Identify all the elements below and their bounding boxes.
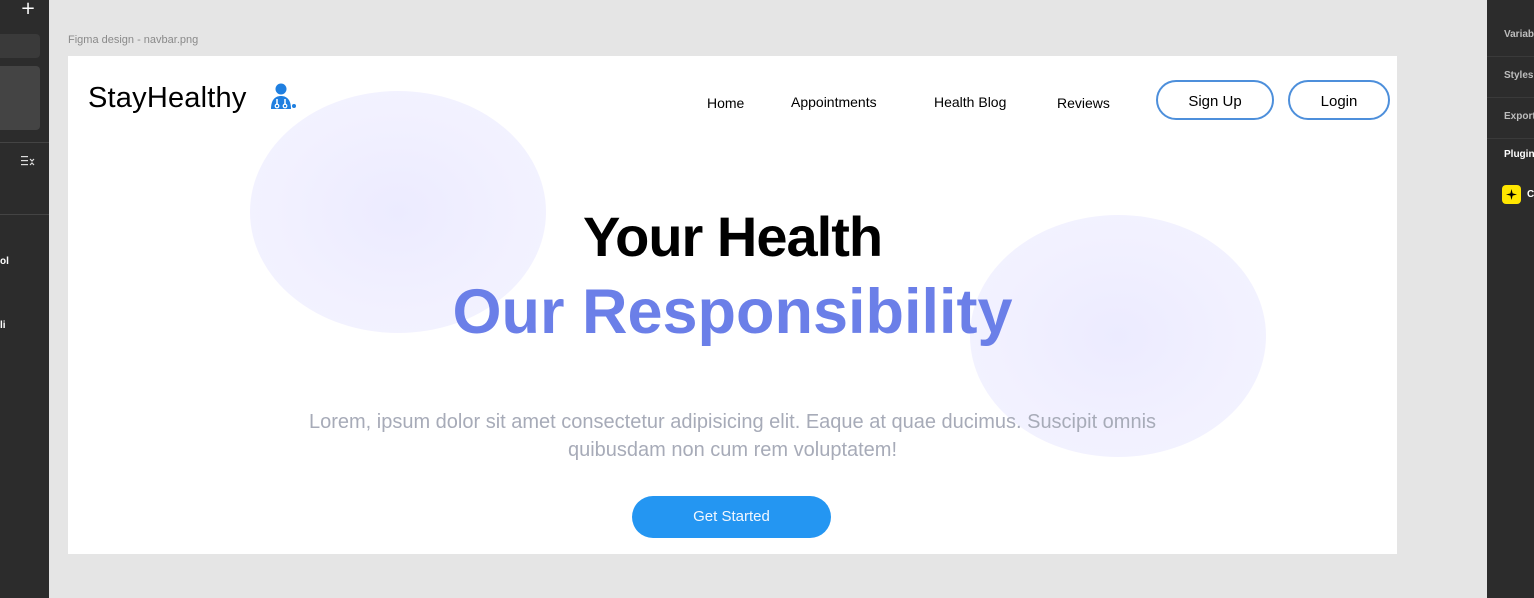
left-panel: + ol li — [0, 0, 49, 598]
plugin-sparkle-icon[interactable] — [1502, 185, 1521, 204]
nav-link-health-blog[interactable]: Health Blog — [934, 94, 1006, 110]
plus-icon[interactable]: + — [20, 0, 36, 18]
divider — [0, 142, 49, 143]
styles-section[interactable]: Styles — [1487, 56, 1534, 98]
plugin-label[interactable]: C — [1527, 189, 1534, 200]
doctor-icon — [271, 83, 296, 109]
list-filter-icon[interactable] — [20, 154, 36, 168]
export-section[interactable]: Export — [1487, 97, 1534, 139]
logo-text[interactable]: StayHealthy — [88, 82, 247, 115]
get-started-button[interactable]: Get Started — [632, 496, 831, 538]
hero-description: Lorem, ipsum dolor sit amet consectetur … — [268, 408, 1197, 464]
variables-section[interactable]: Variables — [1487, 15, 1534, 57]
nav-link-home[interactable]: Home — [707, 95, 744, 111]
plugins-heading: Plugins — [1504, 149, 1534, 160]
frame-label[interactable]: Figma design - navbar.png — [68, 34, 198, 46]
right-panel: Variables Styles Export Plugins — [1487, 0, 1534, 598]
page-thumbnail[interactable] — [0, 66, 40, 130]
design-frame[interactable]: StayHealthy Home Appointments Health Blo… — [68, 56, 1397, 554]
hero-title: Your Health — [582, 205, 883, 268]
layer-item[interactable]: ol — [0, 256, 9, 267]
section-label: Export — [1504, 111, 1534, 122]
sign-up-button[interactable]: Sign Up — [1156, 80, 1274, 120]
section-label: Variables — [1504, 29, 1534, 40]
panel-search-field[interactable] — [0, 34, 40, 58]
section-label: Styles — [1504, 70, 1534, 81]
divider — [0, 214, 49, 215]
hero-description-line: Lorem, ipsum dolor sit amet consectetur … — [308, 411, 1157, 433]
hero-subtitle: Our Responsibility — [452, 277, 1013, 347]
layer-item[interactable]: li — [0, 320, 6, 331]
login-button[interactable]: Login — [1288, 80, 1390, 120]
nav-link-appointments[interactable]: Appointments — [791, 94, 877, 110]
nav-link-reviews[interactable]: Reviews — [1057, 95, 1110, 111]
hero-description-line: quibusdam non cum rem voluptatem! — [567, 439, 898, 461]
